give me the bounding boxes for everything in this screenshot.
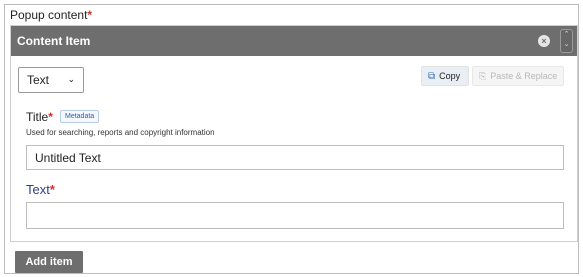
chevron-down-icon[interactable]: ⌄ — [564, 41, 570, 48]
copy-button-label: Copy — [439, 71, 461, 81]
reorder-handle[interactable]: ⌃ ⌄ — [560, 29, 573, 53]
copy-icon: ⧉ — [428, 70, 436, 82]
paste-icon: ⎘ — [479, 70, 487, 81]
section-label-text: Popup content — [10, 8, 88, 22]
panel-header: Content Item × ⌃ ⌄ — [11, 26, 577, 56]
text-field-label: Text* — [26, 182, 55, 197]
paste-replace-button[interactable]: ⎘ Paste & Replace — [472, 66, 564, 86]
section-label: Popup content* — [10, 8, 92, 22]
title-input[interactable]: Untitled Text — [26, 145, 564, 170]
copy-button[interactable]: ⧉ Copy — [421, 66, 469, 86]
item-type-value: Text — [27, 73, 50, 87]
required-asterisk: * — [87, 8, 93, 22]
chevron-down-icon: ⌄ — [67, 74, 75, 84]
title-help-text: Used for searching, reports and copyrigh… — [26, 128, 215, 137]
required-asterisk: * — [48, 110, 53, 124]
text-label-text: Text — [26, 182, 50, 197]
close-icon[interactable]: × — [538, 35, 550, 47]
chevron-up-icon[interactable]: ⌃ — [564, 31, 570, 38]
text-input[interactable] — [26, 202, 564, 229]
title-label-text: Title — [26, 110, 49, 124]
item-type-select[interactable]: Text ⌄ — [18, 67, 84, 93]
paste-button-label: Paste & Replace — [490, 71, 558, 81]
metadata-badge: Metadata — [60, 110, 100, 123]
panel-title: Content Item — [17, 34, 91, 48]
title-input-value: Untitled Text — [35, 150, 101, 165]
add-item-button[interactable]: Add item — [15, 251, 83, 273]
title-field-label: Title* — [26, 110, 53, 124]
required-asterisk: * — [49, 182, 55, 197]
